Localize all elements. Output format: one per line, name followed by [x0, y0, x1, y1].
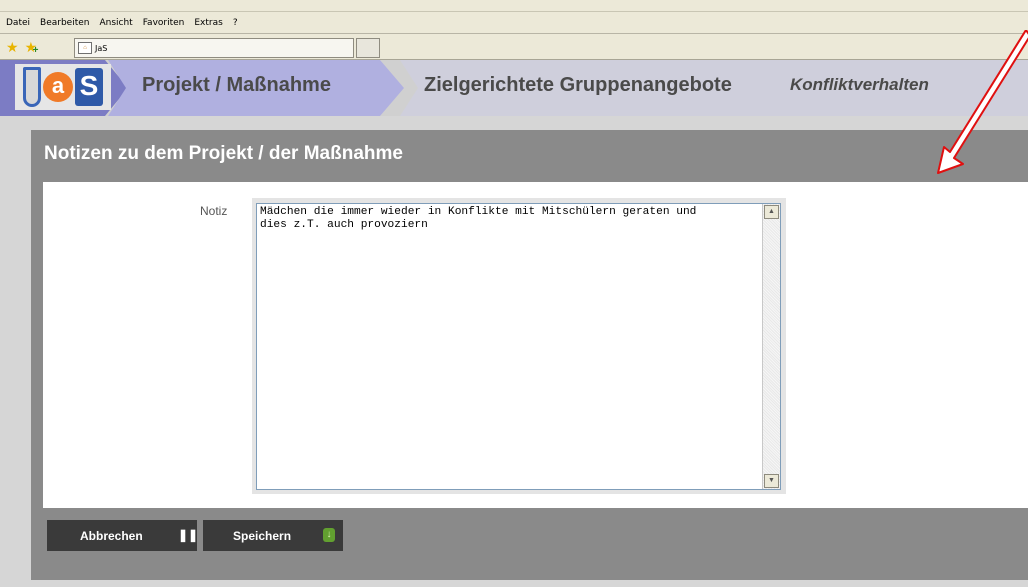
- menu-datei[interactable]: Datei: [6, 18, 30, 28]
- jas-logo[interactable]: a S: [15, 64, 111, 110]
- save-button-label: Speichern: [233, 528, 292, 543]
- add-favorite-icon[interactable]: ★: [25, 40, 38, 58]
- logo-letter-a: a: [43, 72, 73, 102]
- tab-title: JaS: [95, 43, 108, 53]
- scroll-down-icon[interactable]: ▼: [764, 474, 779, 488]
- logo-letter-s: S: [75, 68, 103, 106]
- textarea-scrollbar[interactable]: [762, 204, 780, 489]
- window-title-strip: [0, 0, 1028, 12]
- favorites-star-icon[interactable]: ★: [6, 40, 19, 54]
- new-tab-button[interactable]: [356, 38, 380, 58]
- pause-icon: ❚❚: [178, 528, 199, 542]
- panel-title: Notizen zu dem Projekt / der Maßnahme: [44, 143, 403, 164]
- breadcrumb-sub: Konfliktverhalten: [790, 75, 929, 94]
- menu-ansicht[interactable]: Ansicht: [99, 18, 132, 28]
- save-button[interactable]: Speichern ↓: [203, 520, 343, 551]
- annotation-arrow-icon: [937, 30, 1028, 174]
- scroll-up-icon[interactable]: ▲: [764, 205, 779, 219]
- notiz-label: Notiz: [200, 204, 228, 218]
- notiz-textarea[interactable]: Mädchen die immer wieder in Konflikte mi…: [256, 203, 781, 490]
- menu-extras[interactable]: Extras: [194, 18, 222, 28]
- cancel-button-label: Abbrechen: [80, 528, 143, 543]
- menu-help[interactable]: ?: [233, 18, 238, 28]
- menu-favoriten[interactable]: Favoriten: [143, 18, 185, 28]
- menu-bearbeiten[interactable]: Bearbeiten: [40, 18, 89, 28]
- breadcrumb-offer[interactable]: Zielgerichtete Gruppenangebote: [424, 74, 732, 97]
- breadcrumb-project[interactable]: Projekt / Maßnahme: [142, 74, 331, 97]
- browser-menubar: Datei Bearbeiten Ansicht Favoriten Extra…: [0, 12, 1028, 34]
- browser-tab[interactable]: ⌂ JaS: [74, 38, 354, 58]
- cancel-button[interactable]: Abbrechen ❚❚: [47, 520, 199, 551]
- logo-letter-j: [23, 67, 41, 107]
- tab-favicon: ⌂: [78, 42, 92, 54]
- save-arrow-icon: ↓: [323, 528, 335, 542]
